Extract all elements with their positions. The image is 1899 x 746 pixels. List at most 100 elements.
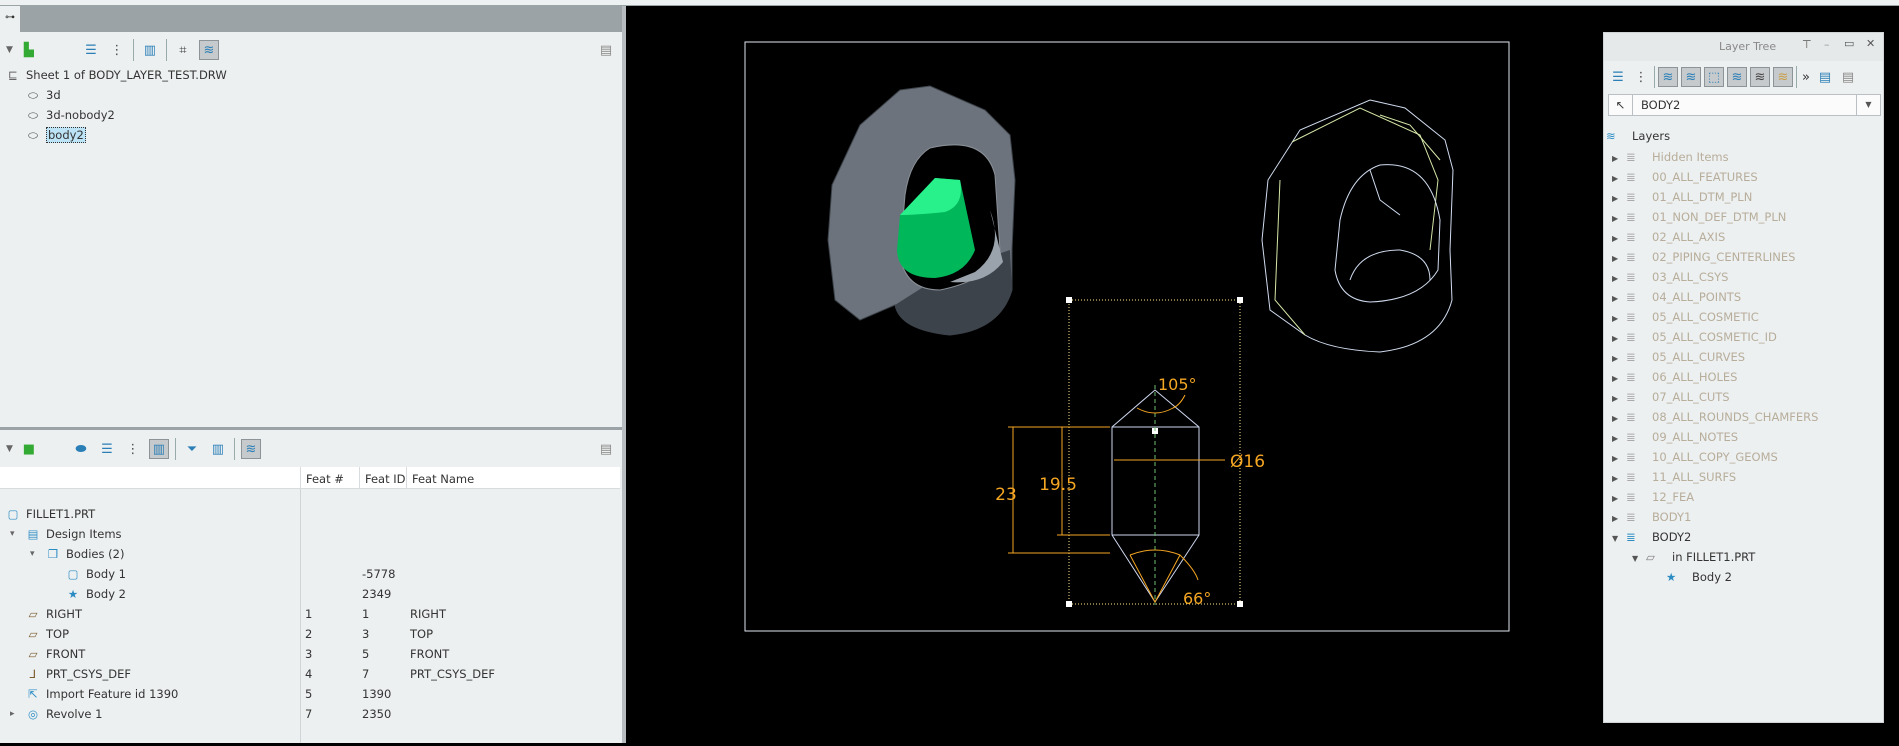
collapse-toggle-icon[interactable]: ▶ [1612, 169, 1626, 189]
columns-icon[interactable]: ▥ [140, 40, 160, 60]
collapse-toggle-icon[interactable]: ▶ [1612, 249, 1626, 269]
show-columns-icon[interactable]: ▥ [148, 439, 169, 459]
layer-child-body[interactable]: ★ Body 2 [1666, 567, 1732, 587]
expand-tree-icon[interactable]: ☰ [81, 40, 101, 60]
maximize-icon[interactable]: ▭ [1844, 37, 1854, 50]
layer-items-icon[interactable]: ≋ [1681, 67, 1701, 87]
feature-row[interactable]: ▱ FRONT 3 5 FRONT [0, 644, 620, 664]
layer-item[interactable]: ▼ ≣ BODY2 [1612, 527, 1691, 547]
layer-properties-icon[interactable]: ▤ [1815, 67, 1835, 87]
layer-item[interactable]: ▶ ≣ 05_ALL_COSMETIC [1612, 307, 1759, 327]
expand-toggle-icon[interactable]: ▾ [10, 524, 15, 544]
feature-row[interactable]: ⅃ PRT_CSYS_DEF 4 7 PRT_CSYS_DEF [0, 664, 620, 684]
collapse-toggle-icon[interactable]: ▶ [1612, 269, 1626, 289]
sheet-icon[interactable]: ▙ [19, 40, 39, 60]
dim-19-5[interactable]: 19.5 [1039, 475, 1077, 495]
column-feat-no[interactable]: Feat # [300, 467, 359, 489]
layer-item[interactable]: ▶ ≣ 05_ALL_CURVES [1612, 347, 1745, 367]
layer-item[interactable]: ▶ ≣ 02_ALL_AXIS [1612, 227, 1725, 247]
collapse-toggle-icon[interactable]: ▶ [1612, 369, 1626, 389]
collapse-tree-icon[interactable]: ⋮ [1631, 67, 1651, 87]
dim-23[interactable]: 23 [995, 485, 1017, 505]
collapse-tree-icon[interactable]: ⋮ [107, 40, 127, 60]
minimize-icon[interactable]: – [1824, 38, 1830, 51]
layer-child-part[interactable]: ▼ ▱ in FILLET1.PRT [1632, 547, 1755, 567]
dim-angle-66[interactable]: 66° [1183, 589, 1211, 608]
layer-item[interactable]: ▶ ≣ 10_ALL_COPY_GEOMS [1612, 447, 1778, 467]
view-item-3d-nobody2[interactable]: ⬭ 3d-nobody2 [24, 105, 115, 125]
feature-row[interactable]: ⇱ Import Feature id 1390 5 1390 [0, 684, 620, 704]
expand-toggle-icon[interactable]: ▼ [1612, 529, 1626, 549]
collapse-toggle-icon[interactable]: ▶ [1612, 509, 1626, 529]
layer-item[interactable]: ▶ ≣ 00_ALL_FEATURES [1612, 167, 1758, 187]
collapse-toggle-icon[interactable]: ▶ [1612, 449, 1626, 469]
collapse-toggle-icon[interactable]: ▶ [1612, 409, 1626, 429]
view-item-body2[interactable]: ⬭ body2 [24, 125, 86, 145]
layer-item[interactable]: ▶ ≣ 02_PIPING_CENTERLINES [1612, 247, 1795, 267]
sheet-item[interactable]: ⊑ Sheet 1 of BODY_LAYER_TEST.DRW [4, 65, 227, 85]
collapse-toggle-icon[interactable]: ▶ [1612, 189, 1626, 209]
feature-row[interactable]: ▾ ❐ Bodies (2) [0, 544, 620, 564]
layer-item[interactable]: ▶ ≣ 05_ALL_COSMETIC_ID [1612, 327, 1777, 347]
collapse-triangle-icon[interactable]: ▼ [6, 45, 13, 55]
layer-item[interactable]: ▶ ≣ 04_ALL_POINTS [1612, 287, 1741, 307]
expand-toggle-icon[interactable]: ▼ [1632, 549, 1646, 569]
show-layer-icon[interactable]: ≋ [1658, 67, 1678, 87]
layer-item[interactable]: ▶ ≣ 07_ALL_CUTS [1612, 387, 1730, 407]
feature-row[interactable]: ▾ ▤ Design Items [0, 524, 620, 544]
collapse-toggle-icon[interactable]: ▶ [1612, 349, 1626, 369]
layer-select-icon[interactable]: ⬚ [1704, 67, 1724, 87]
collapse-toggle-icon[interactable]: ▶ [1612, 469, 1626, 489]
collapse-toggle-icon[interactable]: ▶ [1612, 289, 1626, 309]
feature-row[interactable]: ▱ TOP 2 3 TOP [0, 624, 620, 644]
layer-item[interactable]: ▶ ≣ Hidden Items [1612, 147, 1729, 167]
collapse-toggle-icon[interactable]: ▶ [1612, 389, 1626, 409]
feature-row[interactable]: ▢ Body 1 -5778 [0, 564, 620, 584]
column-feat-name[interactable]: Feat Name [406, 467, 620, 489]
collapse-toggle-icon[interactable]: ▶ [1612, 209, 1626, 229]
tree-filter-icon[interactable]: ⏷ [182, 439, 202, 459]
layers-root[interactable]: ≋ Layers [1606, 126, 1670, 146]
layer-item[interactable]: ▶ ≣ 09_ALL_NOTES [1612, 427, 1738, 447]
column-feat-id[interactable]: Feat ID [359, 467, 406, 489]
feature-row[interactable]: ▢ FILLET1.PRT [0, 504, 620, 524]
collapse-toggle-icon[interactable]: ▶ [1612, 489, 1626, 509]
select-cursor-icon[interactable]: ↖ [1609, 95, 1633, 115]
collapse-toggle-icon[interactable]: ▶ [1612, 229, 1626, 249]
layer-item[interactable]: ▶ ≣ BODY1 [1612, 507, 1691, 527]
collapse-toggle-icon[interactable]: ▶ [1612, 149, 1626, 169]
collapse-toggle-icon[interactable]: ▶ [1612, 429, 1626, 449]
view-item-3d[interactable]: ⬭ 3d [24, 85, 61, 105]
dim-angle-105[interactable]: 105° [1158, 375, 1197, 394]
layer-item[interactable]: ▶ ≣ 11_ALL_SURFS [1612, 467, 1736, 487]
layer-highlight-icon[interactable]: ≋ [1773, 67, 1793, 87]
layer-item[interactable]: ▶ ≣ 01_NON_DEF_DTM_PLN [1612, 207, 1786, 227]
pin-icon[interactable]: ⊤ [1802, 38, 1812, 51]
more-icon[interactable]: » [1800, 67, 1812, 87]
layer-item[interactable]: ▶ ≣ 06_ALL_HOLES [1612, 367, 1738, 387]
layer-body-icon[interactable]: ≋ [1727, 67, 1747, 87]
active-layer-object-selector[interactable]: ↖ BODY2 ▼ [1608, 94, 1881, 116]
chevron-down-icon[interactable]: ▼ [1856, 95, 1880, 115]
body-filter-icon[interactable]: ⬬ [71, 439, 91, 459]
part-toolbar-icon[interactable]: ■ [19, 439, 39, 459]
dim-diameter-16[interactable]: Ø16 [1230, 452, 1265, 472]
expand-tree-icon[interactable]: ☰ [1608, 67, 1628, 87]
panel-divider[interactable] [0, 427, 622, 430]
collapse-triangle-icon[interactable]: ▼ [6, 444, 13, 454]
layers-icon[interactable]: ≋ [240, 439, 261, 459]
close-icon[interactable]: ✕ [1866, 37, 1875, 50]
feature-row[interactable]: ▸ ◎ Revolve 1 7 2350 [0, 704, 620, 724]
collapse-tree-icon[interactable]: ⋮ [123, 439, 143, 459]
feature-row[interactable]: ★ Body 2 2349 [0, 584, 620, 604]
layer-item[interactable]: ▶ ≣ 03_ALL_CSYS [1612, 267, 1728, 287]
layer-item[interactable]: ▶ ≣ 12_FEA [1612, 487, 1694, 507]
columns-icon[interactable]: ▥ [208, 439, 228, 459]
collapse-toggle-icon[interactable]: ▸ [10, 704, 15, 724]
expand-toggle-icon[interactable]: ▾ [30, 544, 35, 564]
feature-row[interactable]: ▱ RIGHT 1 1 RIGHT [0, 604, 620, 624]
expand-tree-icon[interactable]: ☰ [97, 439, 117, 459]
collapse-toggle-icon[interactable]: ▶ [1612, 309, 1626, 329]
tree-settings-icon[interactable]: ▤ [1838, 67, 1858, 87]
layer-item[interactable]: ▶ ≣ 08_ALL_ROUNDS_CHAMFERS [1612, 407, 1818, 427]
